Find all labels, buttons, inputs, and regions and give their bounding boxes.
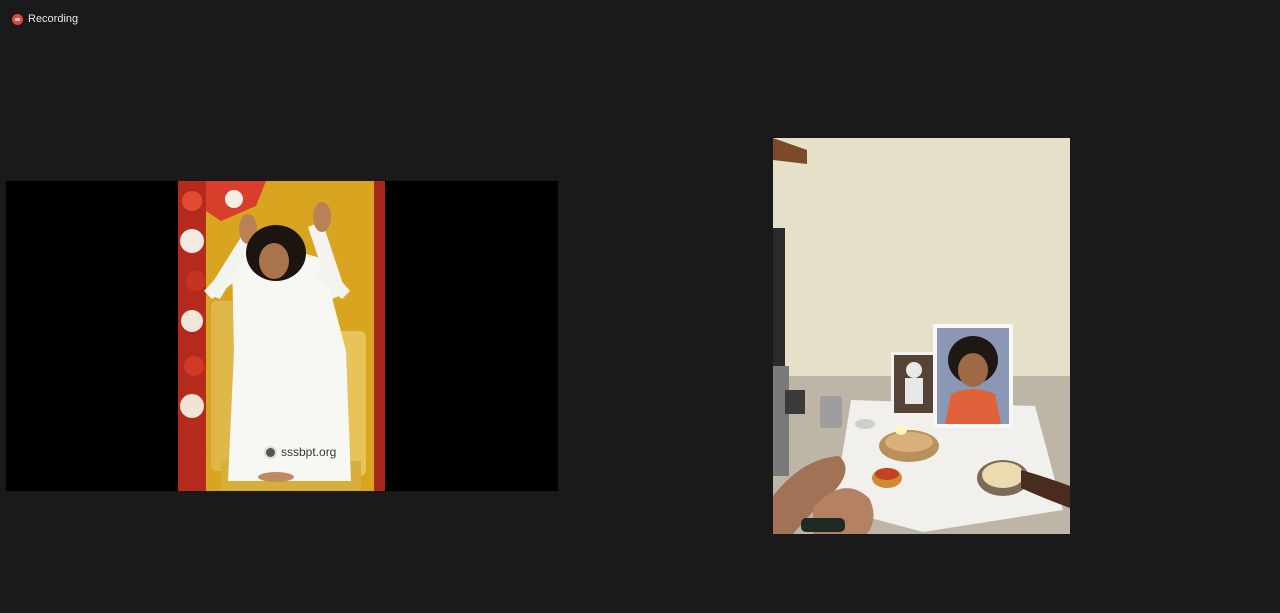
watermark-logo-icon: [264, 445, 277, 459]
altar-camera-feed: [773, 138, 1070, 534]
record-icon: [12, 13, 23, 25]
participant-video-tile-2[interactable]: [773, 138, 1070, 534]
recording-label: Recording: [28, 13, 79, 25]
recording-indicator[interactable]: Recording: [12, 13, 78, 25]
participant-video-tile-1[interactable]: sssbpt.org: [6, 181, 558, 491]
meeting-window: Recording sssbpt.org: [0, 0, 1280, 613]
watermark-text: sssbpt.org: [281, 445, 337, 459]
photo-watermark: sssbpt.org: [264, 445, 336, 459]
